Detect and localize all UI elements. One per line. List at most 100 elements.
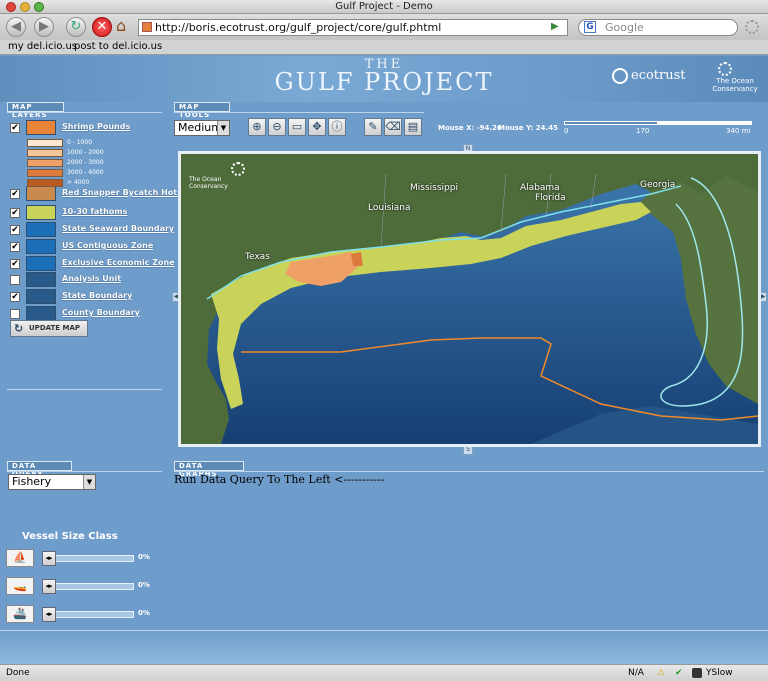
url-input[interactable]: http://boris.ecotrust.org/gulf_project/c… <box>138 19 568 36</box>
layer-row[interactable]: ✔ US Contiguous Zone <box>10 239 160 256</box>
zoom-in-icon: ⊕ <box>252 120 262 133</box>
legend-label: 0 - 1000 <box>67 139 93 146</box>
forward-button[interactable]: ▶ <box>34 17 54 37</box>
pan-tool[interactable]: ✥ <box>308 118 326 136</box>
zoom-in-tool[interactable]: ⊕ <box>248 118 266 136</box>
favicon-icon <box>142 22 152 32</box>
layer-label[interactable]: 10-30 fathoms <box>62 207 127 216</box>
full-extent-icon: ▭ <box>291 120 303 133</box>
slider-handle[interactable]: ◂▸ <box>42 607 56 622</box>
stop-button[interactable]: ✕ <box>92 17 112 37</box>
layer-swatch-icon <box>26 239 56 254</box>
layer-label[interactable]: State Seaward Boundary <box>62 224 174 233</box>
chevron-down-icon: ▼ <box>217 121 229 135</box>
zoom-out-tool[interactable]: ⊖ <box>268 118 286 136</box>
map-watermark: The Ocean Conservancy <box>189 162 249 190</box>
slider-handle[interactable]: ◂▸ <box>42 579 56 594</box>
map-layers-label: MAP LAYERS <box>7 102 64 119</box>
layer-checkbox[interactable]: ✔ <box>10 242 20 252</box>
layer-checkbox[interactable]: ✔ <box>10 208 20 218</box>
layer-row[interactable]: Analysis Unit <box>10 272 160 289</box>
shrimp-legend-row: > 4000 <box>27 178 147 188</box>
layer-shrimp-pounds-high <box>351 252 363 266</box>
layer-label[interactable]: US Contiguous Zone <box>62 241 153 250</box>
layer-checkbox[interactable]: ✔ <box>10 225 20 235</box>
conservancy-line1: The Ocean <box>716 77 754 85</box>
data-query-divider <box>7 471 162 472</box>
home-button[interactable]: ⌂ <box>116 17 134 35</box>
bookmark-post-delicious[interactable]: post to del.icio.us <box>74 40 162 54</box>
layer-checkbox[interactable] <box>10 275 20 285</box>
refresh-icon: ↻ <box>14 322 24 335</box>
search-input[interactable]: G Google <box>578 19 738 36</box>
bookmarks-bar: my del.icio.us post to del.icio.us <box>0 40 768 55</box>
pan-icon: ✥ <box>312 120 322 133</box>
reload-button[interactable]: ↻ <box>66 17 86 37</box>
fishery-select[interactable]: Fishery ▼ <box>8 474 96 490</box>
window-title: Gulf Project - Demo <box>335 1 433 12</box>
layer-row[interactable]: ✔ State Seaward Boundary <box>10 222 174 239</box>
map-label-florida: Florida <box>535 193 566 203</box>
medium-boat-icon: 🚤 <box>6 577 34 595</box>
yslow-label[interactable]: YSlow <box>706 665 733 681</box>
google-icon: G <box>584 21 596 33</box>
layer-row[interactable]: ✔ Shrimp Pounds <box>10 120 160 137</box>
layer-checkbox[interactable]: ✔ <box>10 123 20 133</box>
home-icon: ⌂ <box>116 16 127 35</box>
layer-label[interactable]: Exclusive Economic Zone <box>62 258 175 267</box>
back-button[interactable]: ◀ <box>6 17 26 37</box>
mouse-y-readout: Mouse Y: 24.45 <box>498 124 558 132</box>
layer-checkbox[interactable] <box>10 309 20 319</box>
back-arrow-icon: ◀ <box>11 19 21 34</box>
go-button[interactable]: ▶ <box>551 21 559 32</box>
footer-divider <box>0 630 768 631</box>
identify-tool[interactable]: ⓘ <box>328 118 346 136</box>
layer-label[interactable]: Shrimp Pounds <box>62 122 130 131</box>
loading-spinner-icon <box>745 20 759 34</box>
minimize-window-button[interactable] <box>20 2 30 12</box>
check-icon[interactable]: ✔ <box>675 665 683 681</box>
layer-row[interactable]: ✔ State Boundary <box>10 289 160 306</box>
close-window-button[interactable] <box>6 2 16 12</box>
draw-tool[interactable]: ✎ <box>364 118 382 136</box>
watermark-logo-icon <box>231 162 245 176</box>
layer-label[interactable]: State Boundary <box>62 291 132 300</box>
layer-checkbox[interactable]: ✔ <box>10 259 20 269</box>
small-boat-icon: ⛵ <box>6 549 34 567</box>
watermark-line2: Conservancy <box>189 183 228 190</box>
layer-label[interactable]: County Boundary <box>62 308 140 317</box>
warning-icon[interactable]: ⚠ <box>657 665 665 681</box>
vessel-slider-medium: 🚤 ◂▸ 0% <box>6 577 156 599</box>
map-size-select[interactable]: Medium ▼ <box>174 120 230 136</box>
zoom-window-button[interactable] <box>34 2 44 12</box>
legend-swatch <box>27 159 63 167</box>
mouse-x-readout: Mouse X: -94.26 <box>438 124 502 132</box>
layer-row[interactable]: ✔ Red Snapper Bycatch Hotspots <box>10 186 202 203</box>
slider-value: 0% <box>138 553 150 561</box>
slider-handle[interactable]: ◂▸ <box>42 551 56 566</box>
clear-tool[interactable]: ⌫ <box>384 118 402 136</box>
scale-tick-0: 0 <box>564 127 569 135</box>
large-boat-icon: 🚢 <box>6 605 34 623</box>
browser-status-bar: Done N/A ⚠ ✔ YSlow <box>0 664 768 681</box>
vessel-size-title: Vessel Size Class <box>22 531 118 542</box>
layer-checkbox[interactable]: ✔ <box>10 189 20 199</box>
layer-swatch-icon <box>26 186 56 201</box>
ecotrust-logo: ecotrust <box>631 68 686 83</box>
data-graphs-divider <box>174 471 764 472</box>
full-extent-tool[interactable]: ▭ <box>288 118 306 136</box>
update-map-button[interactable]: ↻ UPDATE MAP <box>10 320 88 337</box>
gulf-map[interactable]: The Ocean Conservancy Mississippi Alabam… <box>178 151 761 447</box>
layers-bottom-divider <box>7 389 162 390</box>
bookmark-my-delicious[interactable]: my del.icio.us <box>8 40 77 54</box>
pencil-icon: ✎ <box>368 120 378 133</box>
map-label-georgia: Georgia <box>640 180 676 190</box>
save-tool[interactable]: ▤ <box>404 118 422 136</box>
layer-checkbox[interactable]: ✔ <box>10 292 20 302</box>
legend-label: 1000 - 2000 <box>67 149 104 156</box>
layer-row[interactable]: ✔ Exclusive Economic Zone <box>10 256 175 273</box>
legend-swatch <box>27 179 63 187</box>
layer-label[interactable]: Analysis Unit <box>62 274 121 283</box>
folder-icon: ▤ <box>407 120 419 133</box>
layer-row[interactable]: ✔ 10-30 fathoms <box>10 205 160 222</box>
